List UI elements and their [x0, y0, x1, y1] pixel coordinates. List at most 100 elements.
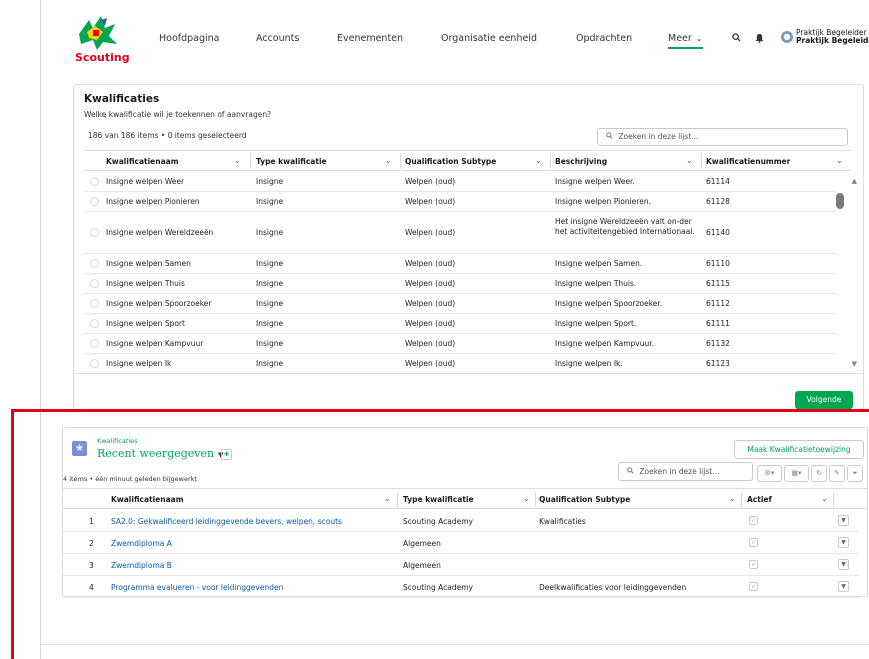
row-type: Insigne	[256, 228, 284, 237]
row-radio[interactable]	[90, 228, 99, 237]
row-description: Insigne welpen Ik.	[555, 359, 623, 368]
column-header-qualification-subtype[interactable]: Qualification Subtype	[405, 157, 496, 166]
row-description: Insigne welpen Pionieren.	[555, 197, 651, 206]
search-icon[interactable]	[732, 33, 741, 45]
chevron-down-icon[interactable]: ⌄	[384, 494, 391, 503]
table-row[interactable]: Insigne welpen Thuis Insigne Welpen (oud…	[84, 274, 836, 294]
kwalificaties-title: Kwalificaties	[84, 93, 160, 105]
pin-icon[interactable]: ✚	[221, 449, 232, 460]
nav-meer[interactable]: Meer ⌄	[668, 33, 703, 49]
row-name-link[interactable]: Programma evalueren - voor leidinggevend…	[111, 583, 283, 592]
edit-icon[interactable]: ✎	[829, 465, 845, 482]
nav-evenementen[interactable]: Evenementen	[337, 33, 403, 44]
row-actions-menu[interactable]: ▼	[838, 559, 849, 570]
row-radio[interactable]	[90, 259, 99, 268]
nav-organisatie-eenheid[interactable]: Organisatie eenheid	[441, 33, 537, 44]
column-header-kwalificatienaam[interactable]: Kwalificatienaam	[106, 157, 179, 166]
list-meta: 4 items • één minuut geleden bijgewerkt	[63, 475, 197, 483]
row-radio[interactable]	[90, 339, 99, 348]
table-row[interactable]: Insigne welpen Pionieren Insigne Welpen …	[84, 192, 836, 212]
gear-icon[interactable]: ⚙▾	[757, 465, 782, 482]
kwalificaties-card: Kwalificaties Welke kwalificatie wil je …	[73, 84, 864, 410]
row-actions-menu[interactable]: ▼	[838, 581, 849, 592]
row-type: Insigne	[256, 339, 284, 348]
card-footer-divider	[74, 373, 863, 374]
table-row[interactable]: Insigne welpen Wereldzeeën Insigne Welpe…	[84, 212, 836, 254]
column-header-beschrijving[interactable]: Beschrijving	[555, 157, 607, 166]
column-divider	[701, 153, 702, 169]
column-header-type-kwalificatie[interactable]: Type kwalificatie	[403, 495, 474, 504]
object-label: Kwalificaties	[97, 437, 138, 445]
user-name[interactable]: Praktijk Begeleider Praktijk Begeleider	[796, 29, 869, 45]
scroll-down-icon[interactable]: ▼	[852, 360, 857, 368]
chevron-down-icon[interactable]: ⌄	[385, 156, 392, 165]
page-bottom-divider	[41, 644, 869, 645]
recent-search-input[interactable]: Zoeken in deze lijst...	[618, 462, 753, 481]
row-subtype: Welpen (oud)	[405, 319, 456, 328]
column-header-kwalificatienaam[interactable]: Kwalificatienaam	[111, 495, 184, 504]
row-name-link[interactable]: Zwemdiploma A	[111, 539, 172, 548]
row-radio[interactable]	[90, 279, 99, 288]
row-subtype: Welpen (oud)	[405, 339, 456, 348]
row-name-link[interactable]: Zwemdiploma B	[111, 561, 172, 570]
avatar[interactable]: ●	[781, 31, 793, 43]
column-divider	[833, 492, 834, 507]
row-type: Algemeen	[403, 561, 441, 570]
column-header-qualification-subtype[interactable]: Qualification Subtype	[539, 495, 630, 504]
row-subtype: Welpen (oud)	[405, 228, 456, 237]
chevron-down-icon[interactable]: ⌄	[523, 494, 530, 503]
chevron-down-icon[interactable]: ⌄	[686, 156, 693, 165]
table-row[interactable]: Insigne welpen Samen Insigne Welpen (oud…	[84, 254, 836, 274]
filter-icon[interactable]: ⏷	[847, 465, 863, 482]
row-type: Insigne	[256, 259, 284, 268]
column-header-type-kwalificatie[interactable]: Type kwalificatie	[256, 157, 327, 166]
table-row[interactable]: Insigne welpen Weer Insigne Welpen (oud)…	[84, 172, 836, 192]
row-radio[interactable]	[90, 359, 99, 368]
kwalificaties-subtitle: Welke kwalificatie wil je toekennen of a…	[84, 110, 272, 119]
volgende-button[interactable]: Volgende	[795, 391, 853, 409]
row-radio[interactable]	[90, 177, 99, 186]
row-radio[interactable]	[90, 319, 99, 328]
bell-icon[interactable]	[755, 33, 764, 46]
chevron-down-icon[interactable]: ⌄	[729, 494, 736, 503]
row-description: Insigne welpen Weer.	[555, 177, 635, 186]
row-name: Insigne welpen Ik	[106, 359, 172, 368]
nav-opdrachten[interactable]: Opdrachten	[576, 33, 632, 44]
table-row[interactable]: Insigne welpen Kampvuur Insigne Welpen (…	[84, 334, 836, 354]
row-name: Insigne welpen Kampvuur	[106, 339, 204, 348]
scroll-up-icon[interactable]: ▲	[852, 177, 857, 185]
nav-hoofdpagina[interactable]: Hoofdpagina	[159, 33, 220, 44]
row-actions-menu[interactable]: ▼	[838, 537, 849, 548]
list-view-selector[interactable]: Recent weergegeven ▼	[97, 447, 223, 460]
kwalificaties-search-input[interactable]: Zoeken in deze lijst...	[597, 128, 848, 146]
row-radio[interactable]	[90, 299, 99, 308]
chevron-down-icon[interactable]: ⌄	[821, 494, 828, 503]
scrollbar-thumb[interactable]	[836, 193, 844, 209]
column-divider	[535, 492, 536, 507]
row-radio[interactable]	[90, 197, 99, 206]
column-header-kwalificatienummer[interactable]: Kwalificatienummer	[706, 157, 790, 166]
row-name: Insigne welpen Samen	[106, 259, 191, 268]
table-row[interactable]: Insigne welpen Ik Insigne Welpen (oud) I…	[84, 354, 836, 372]
row-type: Insigne	[256, 299, 284, 308]
row-name: Insigne welpen Wereldzeeën	[106, 228, 214, 237]
row-type: Insigne	[256, 197, 284, 206]
row-description: Insigne welpen Samen.	[555, 259, 643, 268]
table-row[interactable]: Insigne welpen Sport Insigne Welpen (oud…	[84, 314, 836, 334]
nav-accounts[interactable]: Accounts	[256, 33, 299, 44]
scouting-logo-icon	[79, 16, 117, 50]
scouting-logo[interactable]: Scouting	[71, 14, 130, 64]
table-row[interactable]: Insigne welpen Spoorzoeker Insigne Welpe…	[84, 294, 836, 314]
column-header-actief[interactable]: Actief	[747, 495, 772, 504]
chevron-down-icon[interactable]: ⌄	[535, 156, 542, 165]
chevron-down-icon[interactable]: ⌄	[836, 156, 843, 165]
table-view-icon[interactable]: ▦▾	[784, 465, 809, 482]
refresh-icon[interactable]: ↻	[811, 465, 827, 482]
chevron-down-icon[interactable]: ⌄	[234, 156, 241, 165]
row-name-link[interactable]: SA2.0: Gekwalificeerd leidinggevende bev…	[111, 517, 342, 526]
row-subtype: Deelkwalificaties voor leidinggevenden	[539, 583, 687, 592]
row-number: 3	[89, 561, 94, 570]
row-actions-menu[interactable]: ▼	[838, 515, 849, 526]
maak-kwalificatietoewijzing-button[interactable]: Maak Kwalificatietoewijzing	[734, 440, 864, 459]
table-header: Kwalificatienaam ⌄ Type kwalificatie ⌄ Q…	[63, 488, 867, 509]
